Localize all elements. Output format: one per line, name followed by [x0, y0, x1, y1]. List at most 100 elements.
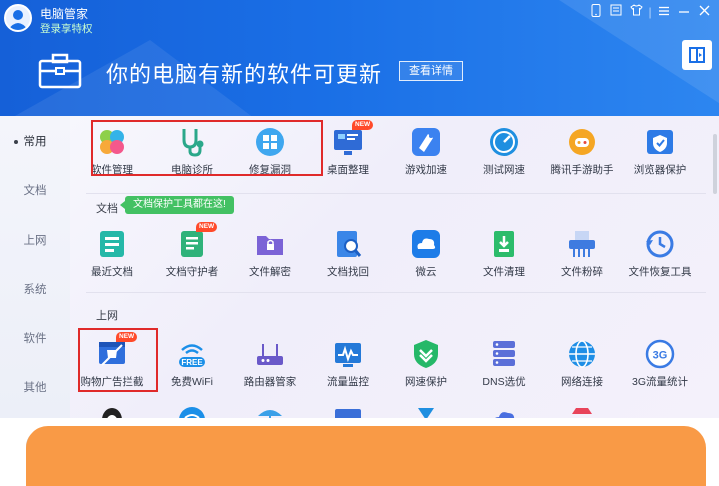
tool-traffic-monitor[interactable]: 流量监控: [310, 334, 386, 396]
speed-protect-icon: [410, 338, 442, 370]
monitor-icon: [332, 404, 364, 418]
tool-label: 文件粉碎: [561, 266, 603, 278]
tool-doc-recover[interactable]: 文档找回: [310, 224, 386, 286]
menu-icon[interactable]: [655, 4, 673, 20]
highlight-box: [91, 120, 323, 176]
close-icon[interactable]: [695, 4, 713, 20]
tool-partial-red[interactable]: [544, 400, 620, 418]
tool-label: 免费WiFi: [171, 376, 213, 388]
toolbox-icon: [38, 53, 82, 89]
tool-weiyun[interactable]: 微云: [388, 224, 464, 286]
recent-docs-icon: [96, 228, 128, 260]
sidebar-item-other[interactable]: 其他: [0, 364, 70, 412]
divider: [86, 292, 706, 293]
tool-label: 文件解密: [249, 266, 291, 278]
category-sidebar: 常用 文档 上网 系统 软件 其他: [0, 116, 70, 418]
red-box-icon: [566, 404, 598, 418]
scrollbar[interactable]: [713, 134, 717, 194]
tool-label: 文档找回: [327, 266, 369, 278]
new-badge: NEW: [352, 120, 374, 130]
tool-partial-wifi[interactable]: [154, 400, 230, 418]
router-icon: [254, 338, 286, 370]
tool-label: 游戏加速: [405, 164, 447, 176]
tool-file-clean[interactable]: 文件清理: [466, 224, 542, 286]
tool-label: DNS选优: [482, 376, 526, 388]
cloud-icon: [488, 404, 520, 418]
tool-label: 浏览器保护: [633, 164, 687, 176]
umbrella-icon: [254, 404, 286, 418]
tools-panel: 软件管理 电脑诊所 修复漏洞 NEW 桌面整理 游戏加速 测试网速 腾讯手游助手…: [70, 116, 719, 418]
file-clean-icon: [488, 228, 520, 260]
skin-shirt-icon[interactable]: [627, 4, 645, 20]
file-restore-icon: [644, 228, 676, 260]
shredder-icon: [566, 228, 598, 260]
tool-file-shred[interactable]: 文件粉碎: [544, 224, 620, 286]
tool-label: 文件清理: [483, 266, 525, 278]
tool-label: 测试网速: [483, 164, 525, 176]
3g-stats-icon: 3G: [644, 338, 676, 370]
hourglass-icon: [410, 404, 442, 418]
doc-recover-icon: [332, 228, 364, 260]
tool-label: 3G流量统计: [631, 376, 688, 388]
browser-shield-icon: [644, 126, 676, 158]
tool-free-wifi[interactable]: FREE 免费WiFi: [154, 334, 230, 396]
toolbox-menu-button[interactable]: [682, 40, 712, 70]
login-link[interactable]: 登录享特权: [40, 21, 93, 36]
banner-title: 你的电脑有新的软件可更新: [106, 62, 383, 87]
tool-network-connect[interactable]: 网络连接: [544, 334, 620, 396]
tool-label: 文件恢复工具: [628, 266, 692, 278]
tool-label: 文档守护者: [165, 266, 219, 278]
section-title-internet: 上网: [96, 310, 118, 322]
free-label: FREE: [181, 358, 203, 367]
header-banner: 电脑管家 登录享特权 | 你的电脑有新的软件可更新 查看详情: [0, 0, 719, 116]
tool-file-decrypt[interactable]: 文件解密: [232, 224, 308, 286]
divider: [86, 193, 706, 194]
3g-label: 3G: [653, 350, 668, 362]
folder-decrypt-icon: [254, 228, 286, 260]
window-controls: |: [585, 4, 713, 20]
tool-partial-monitor[interactable]: [310, 400, 386, 418]
tool-dns-optimize[interactable]: DNS选优: [466, 334, 542, 396]
avatar[interactable]: [4, 4, 32, 32]
speedometer-icon: [488, 126, 520, 158]
tool-label: 网络连接: [561, 376, 603, 388]
section-title-documents: 文档: [96, 203, 118, 215]
weiyun-cloud-icon: [410, 228, 442, 260]
traffic-monitor-icon: [332, 338, 364, 370]
separator: |: [648, 5, 652, 19]
tool-recent-docs[interactable]: 最近文档: [74, 224, 150, 286]
dns-icon: [488, 338, 520, 370]
tool-router-manager[interactable]: 路由器管家: [232, 334, 308, 396]
free-wifi-icon: FREE: [176, 338, 208, 370]
doc-guardian-icon: [176, 228, 208, 260]
app-title: 电脑管家: [40, 7, 89, 21]
tool-partial-hourglass[interactable]: [388, 400, 464, 418]
minimize-icon[interactable]: [675, 4, 693, 20]
tool-label: 腾讯手游助手: [550, 164, 614, 176]
sidebar-item-system[interactable]: 系统: [0, 266, 70, 314]
sidebar-item-software[interactable]: 软件: [0, 315, 70, 363]
tool-browser-protect[interactable]: 浏览器保护: [622, 122, 698, 184]
sidebar-item-documents[interactable]: 文档: [0, 167, 70, 215]
message-icon[interactable]: [607, 4, 625, 20]
tool-partial-cloud[interactable]: [466, 400, 542, 418]
desktop-organize-icon: [332, 126, 364, 158]
phone-icon[interactable]: [587, 4, 605, 20]
tool-game-boost[interactable]: 游戏加速: [388, 122, 464, 184]
wifi-icon: [176, 404, 208, 418]
tool-speed-test[interactable]: 测试网速: [466, 122, 542, 184]
tool-mobile-game-assistant[interactable]: 腾讯手游助手: [544, 122, 620, 184]
tool-file-restore[interactable]: 文件恢复工具: [622, 224, 698, 286]
view-details-button[interactable]: 查看详情: [399, 61, 463, 81]
tool-label: 网速保护: [405, 376, 447, 388]
tool-speed-protect[interactable]: 网速保护: [388, 334, 464, 396]
tool-doc-guardian[interactable]: NEW 文档守护者: [154, 222, 230, 286]
highlight-box: [78, 328, 158, 392]
tool-partial-umbrella[interactable]: [232, 400, 308, 418]
game-boost-icon: [410, 126, 442, 158]
sidebar-item-common[interactable]: 常用: [0, 118, 70, 166]
sidebar-item-internet[interactable]: 上网: [0, 217, 70, 265]
tool-3g-stats[interactable]: 3G 3G流量统计: [622, 334, 698, 396]
tool-partial-qq[interactable]: [74, 400, 150, 418]
documents-tip: 文档保护工具都在这!: [120, 196, 234, 214]
